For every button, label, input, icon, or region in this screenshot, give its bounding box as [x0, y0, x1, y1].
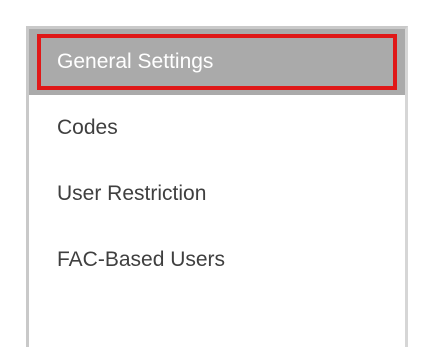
nav-item-fac-based-users[interactable]: FAC-Based Users [29, 227, 405, 293]
settings-nav-panel: General Settings Codes User Restriction … [26, 26, 408, 347]
nav-item-codes[interactable]: Codes [29, 95, 405, 161]
settings-nav-menu: General Settings Codes User Restriction … [29, 29, 405, 293]
page: General Settings Codes User Restriction … [0, 0, 422, 347]
nav-item-label: Codes [57, 116, 118, 139]
nav-item-label: User Restriction [57, 182, 207, 205]
nav-item-label: FAC-Based Users [57, 248, 226, 271]
nav-item-general-settings[interactable]: General Settings [29, 29, 405, 95]
nav-item-user-restriction[interactable]: User Restriction [29, 161, 405, 227]
nav-item-label: General Settings [57, 50, 214, 73]
